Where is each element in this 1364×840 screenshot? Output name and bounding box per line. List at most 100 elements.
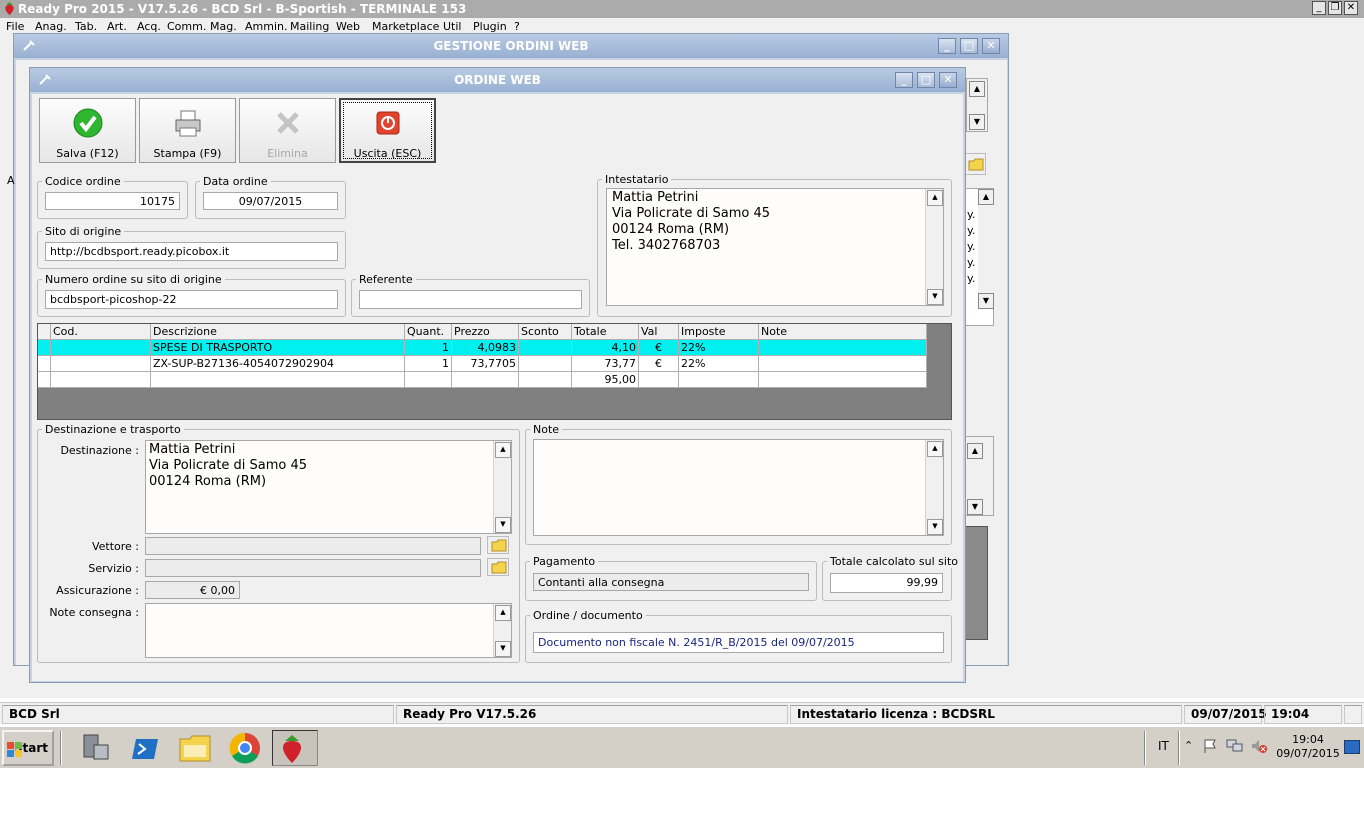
- order-lines-grid[interactable]: Cod. Descrizione Quant. Prezzo Sconto To…: [37, 323, 952, 420]
- ordine-close-button[interactable]: ✕: [939, 72, 957, 88]
- scroll-up-arrow[interactable]: ▲: [927, 190, 943, 206]
- menu-art[interactable]: Art.: [107, 21, 127, 32]
- flag-icon[interactable]: [1202, 738, 1218, 754]
- bg-list-scrollbar[interactable]: ▲ ▼: [978, 189, 994, 309]
- column-header-imposte[interactable]: Imposte: [679, 324, 759, 340]
- cell-imposte[interactable]: 22%: [679, 340, 759, 356]
- menu-anag[interactable]: Anag.: [35, 21, 67, 32]
- bg-folder-button[interactable]: [964, 153, 986, 175]
- column-header-descrizione[interactable]: Descrizione: [151, 324, 405, 340]
- cell-prezzo[interactable]: 4,0983: [452, 340, 519, 356]
- menu-marketplace[interactable]: Marketplace: [372, 21, 439, 32]
- show-hidden-icons-icon[interactable]: ⌃: [1184, 739, 1193, 752]
- cell-imposte[interactable]: 22%: [679, 356, 759, 372]
- data-ordine-field[interactable]: 09/07/2015: [203, 192, 338, 210]
- bg-list-up-arrow[interactable]: ▲: [978, 189, 994, 205]
- save-button[interactable]: Salva (F12): [39, 98, 136, 163]
- app-close-button[interactable]: ✕: [1344, 1, 1358, 15]
- cell-sconto[interactable]: [519, 340, 572, 356]
- network-icon[interactable]: [1226, 738, 1244, 754]
- show-desktop-icon[interactable]: [1344, 740, 1360, 754]
- column-header-val[interactable]: Val: [639, 324, 679, 340]
- column-header-totale[interactable]: Totale: [572, 324, 639, 340]
- print-button[interactable]: Stampa (F9): [139, 98, 236, 163]
- bg-scroll-up-arrow[interactable]: ▲: [969, 81, 985, 97]
- menu-help[interactable]: ?: [514, 21, 520, 32]
- taskbar-clock[interactable]: 19:04 09/07/2015: [1276, 733, 1340, 761]
- note-consegna-memo[interactable]: ▲ ▼: [145, 603, 512, 658]
- cell-note[interactable]: [759, 340, 927, 356]
- cell-sconto[interactable]: [519, 356, 572, 372]
- scroll-down-arrow[interactable]: ▼: [927, 519, 943, 535]
- bg-list-down-arrow[interactable]: ▼: [978, 293, 994, 309]
- codice-ordine-field[interactable]: 10175: [45, 192, 180, 210]
- app-minimize-button[interactable]: _: [1312, 1, 1326, 15]
- language-indicator[interactable]: IT: [1158, 739, 1169, 753]
- scroll-up-arrow[interactable]: ▲: [927, 441, 943, 457]
- menu-acq[interactable]: Acq.: [137, 21, 161, 32]
- scroll-up-arrow[interactable]: ▲: [495, 605, 511, 621]
- servizio-browse-button[interactable]: [487, 558, 509, 576]
- menu-mag[interactable]: Mag.: [210, 21, 237, 32]
- volume-muted-icon[interactable]: [1250, 738, 1268, 754]
- note-consegna-scrollbar[interactable]: ▲ ▼: [493, 604, 511, 657]
- cell-descrizione[interactable]: ZX-SUP-B27136-4054072902904: [151, 356, 405, 372]
- cell-val[interactable]: €: [639, 340, 679, 356]
- bg-bottom-up-arrow[interactable]: ▲: [967, 443, 983, 459]
- column-header-cod[interactable]: Cod.: [51, 324, 151, 340]
- start-button[interactable]: Start: [2, 730, 54, 766]
- gestione-close-button[interactable]: ✕: [982, 38, 1000, 54]
- delete-button[interactable]: Elimina: [239, 98, 336, 163]
- note-memo[interactable]: ▲ ▼: [533, 439, 944, 536]
- menu-web[interactable]: Web: [336, 21, 360, 32]
- ordine-maximize-button[interactable]: □: [917, 72, 935, 88]
- menu-plugin[interactable]: Plugin: [473, 21, 507, 32]
- scroll-down-arrow[interactable]: ▼: [927, 289, 943, 305]
- vettore-field[interactable]: [145, 537, 481, 555]
- cell-cod[interactable]: [51, 356, 151, 372]
- cell-quant[interactable]: 1: [405, 356, 452, 372]
- gestione-maximize-button[interactable]: □: [960, 38, 978, 54]
- scroll-down-arrow[interactable]: ▼: [495, 641, 511, 657]
- cell-note[interactable]: [759, 356, 927, 372]
- note-scrollbar[interactable]: ▲ ▼: [925, 440, 943, 535]
- cell-quant[interactable]: 1: [405, 340, 452, 356]
- bg-scroll-down-arrow[interactable]: ▼: [969, 114, 985, 130]
- sito-origine-field[interactable]: http://bcdbsport.ready.picobox.it: [45, 242, 338, 261]
- app-restore-button[interactable]: ❐: [1328, 1, 1342, 15]
- cell-totale[interactable]: 73,77: [572, 356, 639, 372]
- menu-mailing[interactable]: Mailing: [290, 21, 329, 32]
- readypro-taskbar-button[interactable]: [272, 730, 318, 766]
- ordine-documento-field[interactable]: Documento non fiscale N. 2451/R_B/2015 d…: [533, 632, 944, 653]
- column-header-note[interactable]: Note: [759, 324, 927, 340]
- cell-totale[interactable]: 4,10: [572, 340, 639, 356]
- intestatario-scrollbar[interactable]: ▲ ▼: [925, 189, 943, 305]
- powershell-icon[interactable]: [130, 731, 162, 765]
- cell-cod[interactable]: [51, 340, 151, 356]
- cell-val[interactable]: €: [639, 356, 679, 372]
- menu-comm[interactable]: Comm.: [167, 21, 206, 32]
- menu-file[interactable]: File: [6, 21, 24, 32]
- scroll-down-arrow[interactable]: ▼: [495, 517, 511, 533]
- chrome-icon[interactable]: [228, 731, 262, 765]
- ordine-minimize-button[interactable]: _: [895, 72, 913, 88]
- menu-util[interactable]: Util: [443, 21, 461, 32]
- menu-tab[interactable]: Tab.: [75, 21, 97, 32]
- column-header-quant[interactable]: Quant.: [405, 324, 452, 340]
- assicurazione-field[interactable]: € 0,00: [145, 581, 240, 599]
- exit-button[interactable]: Uscita (ESC): [339, 98, 436, 163]
- destinazione-scrollbar[interactable]: ▲ ▼: [493, 441, 511, 533]
- menu-ammin[interactable]: Ammin.: [245, 21, 287, 32]
- servizio-field[interactable]: [145, 559, 481, 577]
- bg-bottom-down-arrow[interactable]: ▼: [967, 499, 983, 515]
- intestatario-memo[interactable]: Mattia Petrini Via Policrate di Samo 45 …: [606, 188, 944, 306]
- gestione-minimize-button[interactable]: _: [938, 38, 956, 54]
- totale-sito-field[interactable]: 99,99: [830, 573, 943, 593]
- column-header-sconto[interactable]: Sconto: [519, 324, 572, 340]
- column-header-prezzo[interactable]: Prezzo: [452, 324, 519, 340]
- pagamento-field[interactable]: Contanti alla consegna: [533, 573, 809, 591]
- server-manager-icon[interactable]: [80, 731, 112, 765]
- scroll-up-arrow[interactable]: ▲: [495, 442, 511, 458]
- numero-ordine-sito-field[interactable]: bcdbsport-picoshop-22: [45, 290, 338, 309]
- cell-prezzo[interactable]: 73,7705: [452, 356, 519, 372]
